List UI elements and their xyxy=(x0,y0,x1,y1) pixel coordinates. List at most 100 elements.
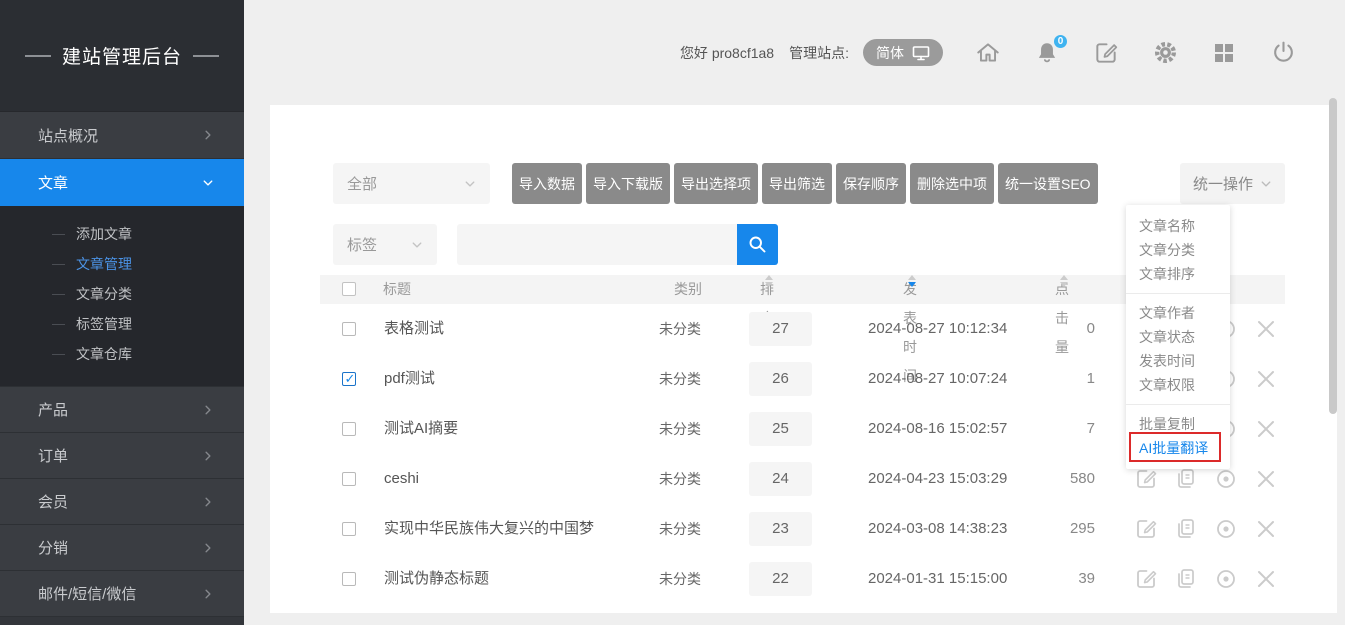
chevron-right-icon xyxy=(202,542,214,554)
sidebar-item-label: 分销 xyxy=(38,537,68,558)
notification-badge: 0 xyxy=(1052,33,1069,50)
row-order-value[interactable]: 22 xyxy=(749,562,812,596)
compose-button[interactable] xyxy=(1093,40,1119,66)
view-icon[interactable] xyxy=(1214,517,1238,541)
row-order-value[interactable]: 25 xyxy=(749,412,812,446)
chevron-down-icon xyxy=(1260,178,1272,190)
select-all-checkbox[interactable] xyxy=(342,282,356,296)
apps-button[interactable] xyxy=(1211,40,1237,66)
sidebar-subitem-tag-manage[interactable]: 标签管理 xyxy=(0,309,244,339)
edit-icon[interactable] xyxy=(1134,567,1158,591)
menu-item-article-order[interactable]: 文章排序 xyxy=(1126,262,1230,286)
edit-icon[interactable] xyxy=(1134,467,1158,491)
sidebar-item-label: 文章 xyxy=(38,172,68,193)
row-checkbox[interactable] xyxy=(342,322,356,336)
sidebar-item-label: 订单 xyxy=(38,445,68,466)
row-checkbox[interactable] xyxy=(342,422,356,436)
title-dash-left xyxy=(25,55,51,57)
toolbar-row: 全部 导入数据 导入下载版 导出选择项 导出筛选 保存顺序 删除选中项 统一设置… xyxy=(333,163,1285,204)
view-icon[interactable] xyxy=(1214,567,1238,591)
row-publish-date: 2024-01-31 15:15:00 xyxy=(868,554,1007,604)
sidebar-item-mail-sms-wechat[interactable]: 邮件/短信/微信 xyxy=(0,571,244,617)
app-title: 建站管理后台 xyxy=(25,42,219,69)
row-title: ceshi xyxy=(384,454,419,504)
chevron-right-icon xyxy=(202,404,214,416)
sidebar-item-product[interactable]: 产品 xyxy=(0,387,244,433)
table-row: 测试伪静态标题 未分类 22 2024-01-31 15:15:00 39 xyxy=(320,554,1285,604)
row-click-count: 1 xyxy=(1000,354,1095,404)
tag-filter-select[interactable]: 标签 xyxy=(333,224,437,265)
column-header-title: 标题 xyxy=(383,275,411,304)
sidebar-item-article[interactable]: 文章 xyxy=(0,159,244,206)
top-bar: 您好 pro8cf1a8 管理站点: 简体 0 xyxy=(244,0,1345,105)
sidebar-item-member[interactable]: 会员 xyxy=(0,479,244,525)
row-category: 未分类 xyxy=(659,304,701,354)
delete-selected-button[interactable]: 删除选中项 xyxy=(910,163,994,204)
row-order-value[interactable]: 23 xyxy=(749,512,812,546)
sidebar-subitem-article-category[interactable]: 文章分类 xyxy=(0,279,244,309)
row-order-value[interactable]: 26 xyxy=(749,362,812,396)
sidebar-subitem-add-article[interactable]: 添加文章 xyxy=(0,219,244,249)
logout-button[interactable] xyxy=(1270,40,1296,66)
notifications-button[interactable]: 0 xyxy=(1034,40,1060,66)
sidebar-item-label: 产品 xyxy=(38,399,68,420)
unified-action-dropdown-button[interactable]: 统一操作 xyxy=(1180,163,1285,204)
menu-item-article-permission[interactable]: 文章权限 xyxy=(1126,373,1230,397)
sidebar-item-distribution[interactable]: 分销 xyxy=(0,525,244,571)
chevron-right-icon xyxy=(202,129,214,141)
copy-icon[interactable] xyxy=(1174,567,1198,591)
delete-icon[interactable] xyxy=(1254,467,1278,491)
row-checkbox[interactable] xyxy=(342,472,356,486)
sidebar-item-order[interactable]: 订单 xyxy=(0,433,244,479)
menu-item-article-category[interactable]: 文章分类 xyxy=(1126,238,1230,262)
menu-item-batch-copy[interactable]: 批量复制 xyxy=(1126,412,1230,436)
delete-icon[interactable] xyxy=(1254,417,1278,441)
main-content-card: 全部 导入数据 导入下载版 导出选择项 导出筛选 保存顺序 删除选中项 统一设置… xyxy=(270,105,1337,613)
grid-icon xyxy=(1212,41,1236,65)
delete-icon[interactable] xyxy=(1254,567,1278,591)
copy-icon[interactable] xyxy=(1174,517,1198,541)
row-checkbox[interactable] xyxy=(342,572,356,586)
save-order-button[interactable]: 保存顺序 xyxy=(836,163,906,204)
sidebar-subitem-article-manage[interactable]: 文章管理 xyxy=(0,249,244,279)
copy-icon[interactable] xyxy=(1174,467,1198,491)
edit-icon[interactable] xyxy=(1134,517,1158,541)
import-data-button[interactable]: 导入数据 xyxy=(512,163,582,204)
settings-button[interactable] xyxy=(1152,40,1178,66)
search-button[interactable] xyxy=(737,224,778,265)
sidebar-header: 建站管理后台 xyxy=(0,0,244,112)
export-selected-button[interactable]: 导出选择项 xyxy=(674,163,758,204)
export-filtered-button[interactable]: 导出筛选 xyxy=(762,163,832,204)
column-header-category: 类别 xyxy=(674,275,702,304)
delete-icon[interactable] xyxy=(1254,517,1278,541)
sidebar-item-label: 邮件/短信/微信 xyxy=(38,583,136,604)
row-order-value[interactable]: 27 xyxy=(749,312,812,346)
title-dash-right xyxy=(193,55,219,57)
vertical-scrollbar-thumb[interactable] xyxy=(1329,98,1337,414)
home-button[interactable] xyxy=(975,40,1001,66)
chevron-down-icon xyxy=(411,239,423,251)
menu-item-label: AI批量翻译 xyxy=(1139,440,1208,456)
import-download-button[interactable]: 导入下载版 xyxy=(586,163,670,204)
menu-item-article-name[interactable]: 文章名称 xyxy=(1126,214,1230,238)
topbar-icons: 0 xyxy=(975,40,1296,66)
sidebar-subitem-article-repo[interactable]: 文章仓库 xyxy=(0,339,244,369)
language-pill[interactable]: 简体 xyxy=(863,39,943,66)
search-input[interactable] xyxy=(457,224,737,265)
menu-item-publish-time[interactable]: 发表时间 xyxy=(1126,349,1230,373)
seo-settings-button[interactable]: 统一设置SEO xyxy=(998,163,1098,204)
category-filter-select[interactable]: 全部 xyxy=(333,163,490,204)
greeting-text: 您好 pro8cf1a8 xyxy=(680,43,774,63)
delete-icon[interactable] xyxy=(1254,367,1278,391)
delete-icon[interactable] xyxy=(1254,317,1278,341)
row-checkbox[interactable] xyxy=(342,522,356,536)
menu-item-article-status[interactable]: 文章状态 xyxy=(1126,325,1230,349)
menu-item-article-author[interactable]: 文章作者 xyxy=(1126,301,1230,325)
menu-divider xyxy=(1126,404,1230,405)
menu-item-ai-batch-translate[interactable]: AI批量翻译 xyxy=(1126,436,1230,460)
row-order-value[interactable]: 24 xyxy=(749,462,812,496)
view-icon[interactable] xyxy=(1214,467,1238,491)
sidebar-item-overview[interactable]: 站点概况 xyxy=(0,112,244,159)
row-checkbox[interactable] xyxy=(342,372,356,386)
app-title-text: 建站管理后台 xyxy=(62,42,182,69)
